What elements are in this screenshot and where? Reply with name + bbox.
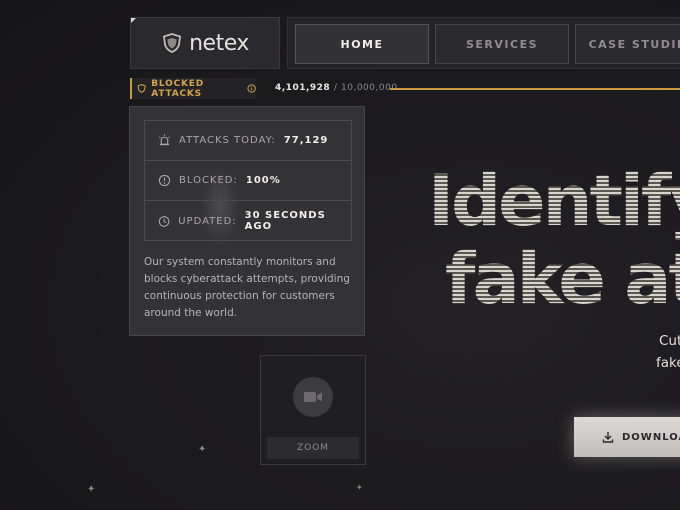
nav-case-studies[interactable]: CASE STUDIES bbox=[575, 24, 680, 64]
attack-count-separator: / bbox=[333, 83, 338, 93]
sparkle-decoration: ✦ bbox=[356, 483, 363, 492]
nav-home[interactable]: HOME bbox=[295, 24, 429, 64]
download-icon bbox=[602, 432, 614, 443]
shield-icon bbox=[137, 84, 146, 93]
attack-progress-line bbox=[390, 88, 680, 90]
corner-accent bbox=[131, 18, 136, 23]
shield-logo-icon bbox=[163, 33, 182, 53]
stats-list: ATTACKS TODAY: 77,129 BLOCKED: 100% UPDA… bbox=[144, 120, 352, 241]
stat-label: ATTACKS TODAY: bbox=[179, 135, 276, 146]
sparkle-decoration: ✦ bbox=[198, 444, 207, 455]
panel-description: Our system constantly monitors and block… bbox=[144, 256, 350, 319]
download-label: DOWNLOAD bbox=[622, 431, 680, 443]
logo-text: netex bbox=[189, 30, 249, 56]
page: ✦ ✦ ✦ netex HOME SERVICES CASE STUDIES B… bbox=[0, 0, 680, 510]
clock-icon bbox=[158, 215, 170, 227]
attack-count-current: 4,101,928 bbox=[275, 83, 331, 93]
logo-home-link[interactable]: netex bbox=[130, 17, 280, 69]
main-nav: HOME SERVICES CASE STUDIES bbox=[287, 17, 680, 69]
stat-value: 100% bbox=[245, 175, 281, 186]
hero-subtitle-line2: fake attacks, ensuring trust and c bbox=[656, 355, 680, 371]
stat-label: BLOCKED: bbox=[179, 175, 238, 186]
alert-circle-icon bbox=[158, 174, 171, 187]
stat-value: 30 SECONDS AGO bbox=[244, 210, 326, 232]
alarm-icon bbox=[159, 134, 170, 146]
zoom-label: ZOOM bbox=[267, 437, 359, 459]
stat-label: UPDATED: bbox=[178, 215, 237, 227]
hero-title-line2: fake atta bbox=[445, 238, 680, 320]
nav-services[interactable]: SERVICES bbox=[435, 24, 569, 64]
blocked-attacks-toggle[interactable]: BLOCKED ATTACKS bbox=[130, 78, 256, 99]
stat-attacks-today: ATTACKS TODAY: 77,129 bbox=[145, 121, 351, 161]
stat-updated: UPDATED: 30 SECONDS AGO bbox=[145, 201, 351, 241]
video-camera-icon bbox=[304, 392, 322, 402]
sparkle-decoration: ✦ bbox=[87, 484, 96, 495]
info-icon[interactable] bbox=[247, 83, 256, 94]
blocked-attacks-label: BLOCKED ATTACKS bbox=[151, 78, 204, 99]
stat-value: 77,129 bbox=[283, 135, 329, 146]
zoom-card[interactable]: ZOOM bbox=[260, 355, 366, 465]
download-button[interactable]: DOWNLOAD bbox=[574, 417, 680, 457]
stat-blocked: BLOCKED: 100% bbox=[145, 161, 351, 201]
blocked-attacks-panel: ATTACKS TODAY: 77,129 BLOCKED: 100% UPDA… bbox=[129, 106, 365, 336]
attack-counter: 4,101,928 / 10,000,000 bbox=[275, 83, 398, 93]
hero-subtitle-line1: Cutting-edge technology to dete bbox=[659, 333, 680, 349]
zoom-icon-wrapper bbox=[293, 377, 333, 417]
hero-title-line1: Identify bbox=[428, 160, 680, 242]
